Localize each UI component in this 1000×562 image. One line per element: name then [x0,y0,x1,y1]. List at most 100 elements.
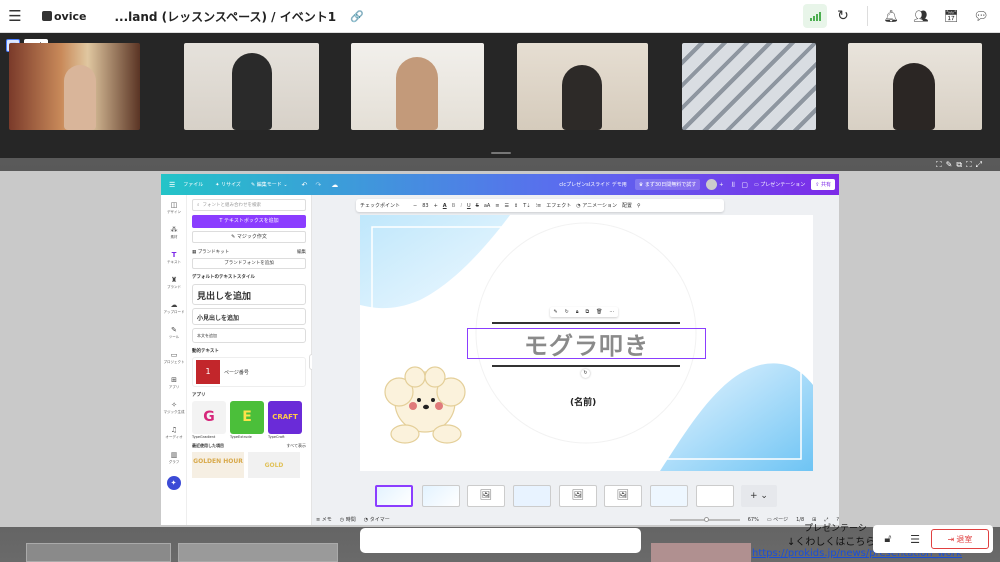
page-thumb-5[interactable]: 🖼︎ [559,485,597,507]
duplicate-icon[interactable]: ⧉ [586,309,590,315]
video-tile-3[interactable] [351,43,484,130]
rail-design[interactable]: ◫ デザイン [161,195,187,220]
stats-icon[interactable]: ⫫ [731,180,735,189]
rail-tools[interactable]: ✎ ツール [161,320,187,345]
zoom-slider[interactable] [669,516,740,522]
trial-button[interactable]: ♛ まず30日間無料で試す [634,179,701,190]
page-number-item[interactable]: 1 ページ番号 [192,357,306,387]
bold-icon[interactable]: B [452,203,456,209]
italic-icon[interactable]: I [460,203,461,209]
notes-button[interactable]: ≡ メモ [316,516,332,523]
expand-icon[interactable]: ⤢ [976,160,982,170]
hamburger-menu-icon[interactable]: ☰ [0,0,30,33]
link-icon[interactable]: 🔗 [350,10,364,23]
lock-icon[interactable]: 🔓︎ [877,532,899,546]
position-button[interactable]: 配置 [622,202,632,209]
rail-charts[interactable]: ▥ グラフ [161,445,187,470]
magic-button[interactable]: ✦ [166,476,181,490]
notification-bell-icon[interactable]: 🔔︎ [876,0,906,33]
rotate-icon[interactable]: ↻ [565,309,569,315]
recent-golden-hour[interactable]: GOLDEN HOUR [192,452,244,478]
duration-button[interactable]: ◷ 時間 [340,516,356,523]
paint-format-icon[interactable]: ⚲ [637,203,641,209]
leave-button[interactable]: ⇥ 退室 [931,529,989,549]
video-tile-4[interactable] [517,43,648,130]
app-typeextrude[interactable]: E TypeExtrude [230,401,264,439]
edit-mode-menu[interactable]: ✎ 編集モード ⌄ [251,181,288,188]
underline-icon[interactable]: U [467,203,471,209]
text-color-icon[interactable]: A [443,203,447,209]
redo-icon[interactable]: ↷ [315,181,321,189]
add-body-button[interactable]: 本文を追加 [192,328,306,343]
pages-button[interactable]: ▭ ページ [767,516,788,523]
title-textbox[interactable]: モグラ叩き [467,328,706,360]
chat-icon[interactable]: 💬︎ [966,0,996,33]
timer-button[interactable]: ◔ タイマー [364,516,390,523]
page-thumb-2[interactable] [422,485,460,507]
zoom-value[interactable]: 67% [748,517,759,523]
rail-audio[interactable]: ♫ オーディオ [161,420,187,445]
lock-icon[interactable]: 🔒︎ [576,309,579,315]
delete-icon[interactable]: 🗑︎ [596,309,602,315]
fullscreen-icon[interactable]: ⛶ [966,160,972,170]
members-icon[interactable]: 👥︎ [906,0,936,33]
page-thumb-1[interactable] [375,485,413,507]
vertical-text-icon[interactable]: T⇣ [523,203,530,209]
layout-toggle-icon[interactable]: ☰ [905,533,925,546]
recent-gold[interactable]: GOLD [248,452,300,478]
add-textbox-button[interactable]: T テキストボックスを追加 [192,215,306,228]
menu-icon[interactable]: ☰ [169,181,175,189]
video-tile-5[interactable] [682,43,816,130]
more-format-icon[interactable]: ⁝≡ [535,203,541,209]
reload-icon[interactable]: ↻ [827,0,859,33]
zoom-thumb[interactable] [703,516,709,522]
font-search-input[interactable]: ⌕ フォントと組み合わせを検索 [192,199,306,211]
page-thumb-3[interactable]: 🖼︎ [467,485,505,507]
video-tile-6[interactable] [848,43,982,130]
resize-handle[interactable] [491,152,511,154]
slide-canvas[interactable]: ✎ ↻ 🔒︎ ⧉ 🗑︎ ⋯ モグラ叩き ↻ (名前) [360,215,813,471]
chat-input-box[interactable] [360,528,641,553]
animation-button[interactable]: ◔ アニメーション [576,202,617,209]
page-thumb-4[interactable] [513,485,551,507]
rail-projects[interactable]: ▭ プロジェクト [161,345,187,370]
doc-title[interactable]: clcプレゼンslスライド デモ用 [559,181,626,188]
ovice-logo[interactable]: ovice [42,10,86,23]
calendar-icon[interactable]: 📅︎ [936,0,966,33]
font-size-increase[interactable]: + [434,203,438,209]
strike-icon[interactable]: S [476,203,479,209]
comment-icon[interactable]: ▢ [741,181,748,189]
list-icon[interactable]: ☰ [505,203,509,209]
rail-apps[interactable]: ⊞ アプリ [161,370,187,395]
rail-brand[interactable]: ♜ ブランド [161,270,187,295]
undo-icon[interactable]: ↶ [302,181,308,189]
rail-elements[interactable]: ⁂ 素材 [161,220,187,245]
case-icon[interactable]: aA [484,203,490,209]
magic-write-button[interactable]: ✎ マジック作文 [192,231,306,243]
font-selector[interactable]: チェックポイント [360,202,408,209]
resize-menu[interactable]: ✦ リサイズ [215,181,241,188]
popout-icon[interactable]: ⧉ [956,160,962,170]
video-tile-1[interactable] [9,43,140,130]
rail-text[interactable]: T テキスト [161,245,187,270]
add-heading-button[interactable]: 見出しを追加 [192,284,306,305]
edit-icon[interactable]: ✎ [946,160,953,170]
add-collaborator-icon[interactable]: + [719,182,723,188]
rail-uploads[interactable]: ☁︎ アップロード [161,295,187,320]
font-size-decrease[interactable]: − [413,203,417,209]
file-menu[interactable]: ファイル [183,181,203,188]
app-typegradient[interactable]: G TypeGradient [192,401,226,439]
effects-button[interactable]: エフェクト [546,202,571,209]
rail-magic[interactable]: ✧ マジック生成 [161,395,187,420]
present-button[interactable]: ▭ プレゼンテーション [754,181,805,188]
more-icon[interactable]: ⋯ [609,309,614,315]
avatar[interactable] [706,179,718,190]
add-brand-font-button[interactable]: ブランドフォントを追加 [192,258,306,269]
brand-edit-link[interactable]: 編集 [297,249,306,255]
share-button[interactable]: ⇪ 共有 [811,179,835,190]
page-thumb-8[interactable] [696,485,734,507]
page-thumb-7[interactable] [650,485,688,507]
page-thumb-6[interactable]: 🖼︎ [604,485,642,507]
font-size-value[interactable]: 83 [422,203,428,209]
spacing-icon[interactable]: ⇕ [514,203,518,209]
